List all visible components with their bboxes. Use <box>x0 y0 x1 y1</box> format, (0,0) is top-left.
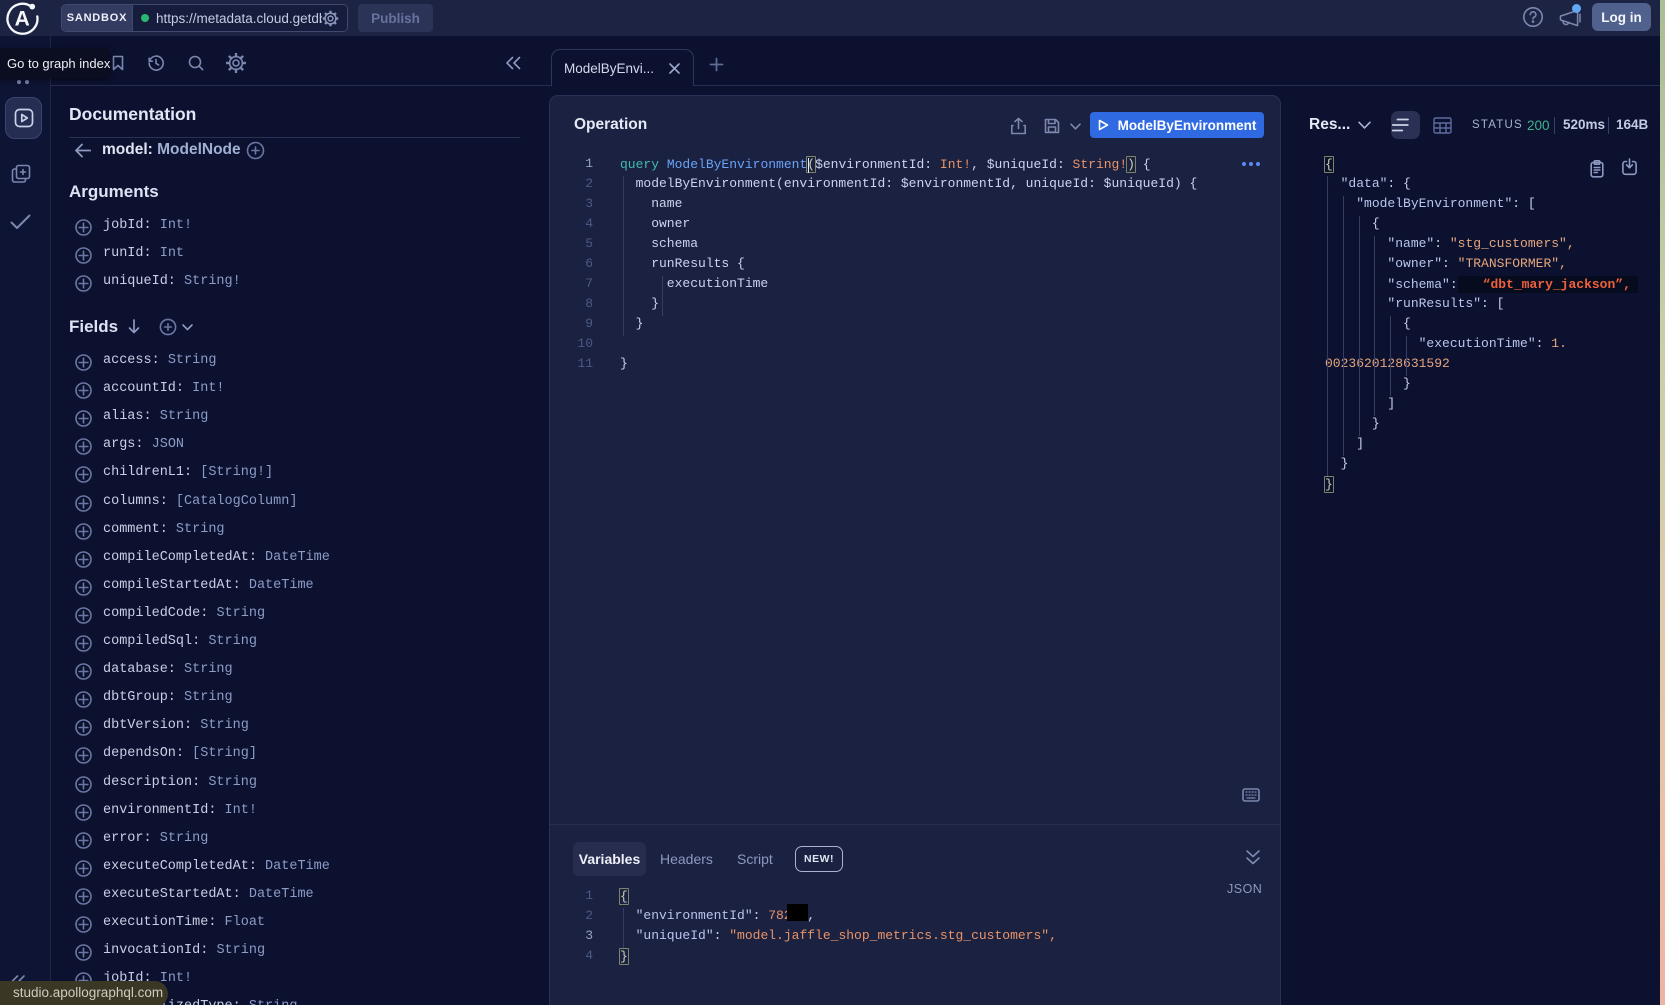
svg-text:A: A <box>15 8 30 31</box>
